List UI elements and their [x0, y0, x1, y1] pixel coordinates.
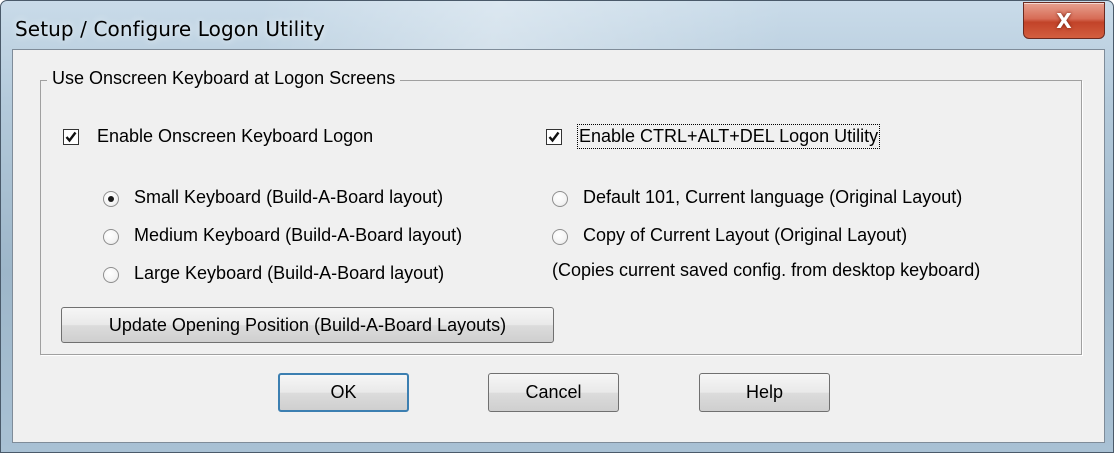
copy-layout-note: (Copies current saved config. from deskt… — [552, 260, 981, 280]
update-opening-position-button[interactable]: Update Opening Position (Build-A-Board L… — [61, 307, 554, 343]
copy-layout-label[interactable]: Copy of Current Layout (Original Layout) — [583, 225, 907, 246]
close-button[interactable]: X — [1023, 2, 1105, 39]
copy-layout-radio[interactable] — [552, 229, 568, 245]
window-title: Setup / Configure Logon Utility — [15, 17, 325, 41]
checkmark-icon — [65, 131, 77, 143]
dialog-window: Setup / Configure Logon Utility X Use On… — [0, 0, 1114, 453]
help-button[interactable]: Help — [699, 373, 830, 412]
cancel-button[interactable]: Cancel — [488, 373, 619, 412]
dialog-client-area: Use Onscreen Keyboard at Logon Screens E… — [12, 49, 1105, 443]
enable-osk-checkbox[interactable] — [63, 129, 79, 145]
medium-keyboard-label[interactable]: Medium Keyboard (Build-A-Board layout) — [134, 225, 462, 246]
small-keyboard-label[interactable]: Small Keyboard (Build-A-Board layout) — [134, 187, 443, 208]
default101-radio[interactable] — [552, 191, 568, 207]
close-icon: X — [1056, 8, 1072, 33]
ok-button[interactable]: OK — [278, 373, 409, 412]
enable-cad-label[interactable]: Enable CTRL+ALT+DEL Logon Utility — [576, 124, 881, 149]
enable-osk-label[interactable]: Enable Onscreen Keyboard Logon — [97, 126, 373, 147]
large-keyboard-radio[interactable] — [103, 267, 119, 283]
medium-keyboard-radio[interactable] — [103, 229, 119, 245]
default101-label[interactable]: Default 101, Current language (Original … — [583, 187, 962, 208]
checkmark-icon — [548, 131, 560, 143]
enable-cad-checkbox[interactable] — [546, 129, 562, 145]
large-keyboard-label[interactable]: Large Keyboard (Build-A-Board layout) — [134, 263, 444, 284]
logon-keyboard-group: Use Onscreen Keyboard at Logon Screens E… — [40, 68, 1082, 355]
small-keyboard-radio[interactable] — [103, 191, 119, 207]
group-legend: Use Onscreen Keyboard at Logon Screens — [47, 68, 401, 89]
